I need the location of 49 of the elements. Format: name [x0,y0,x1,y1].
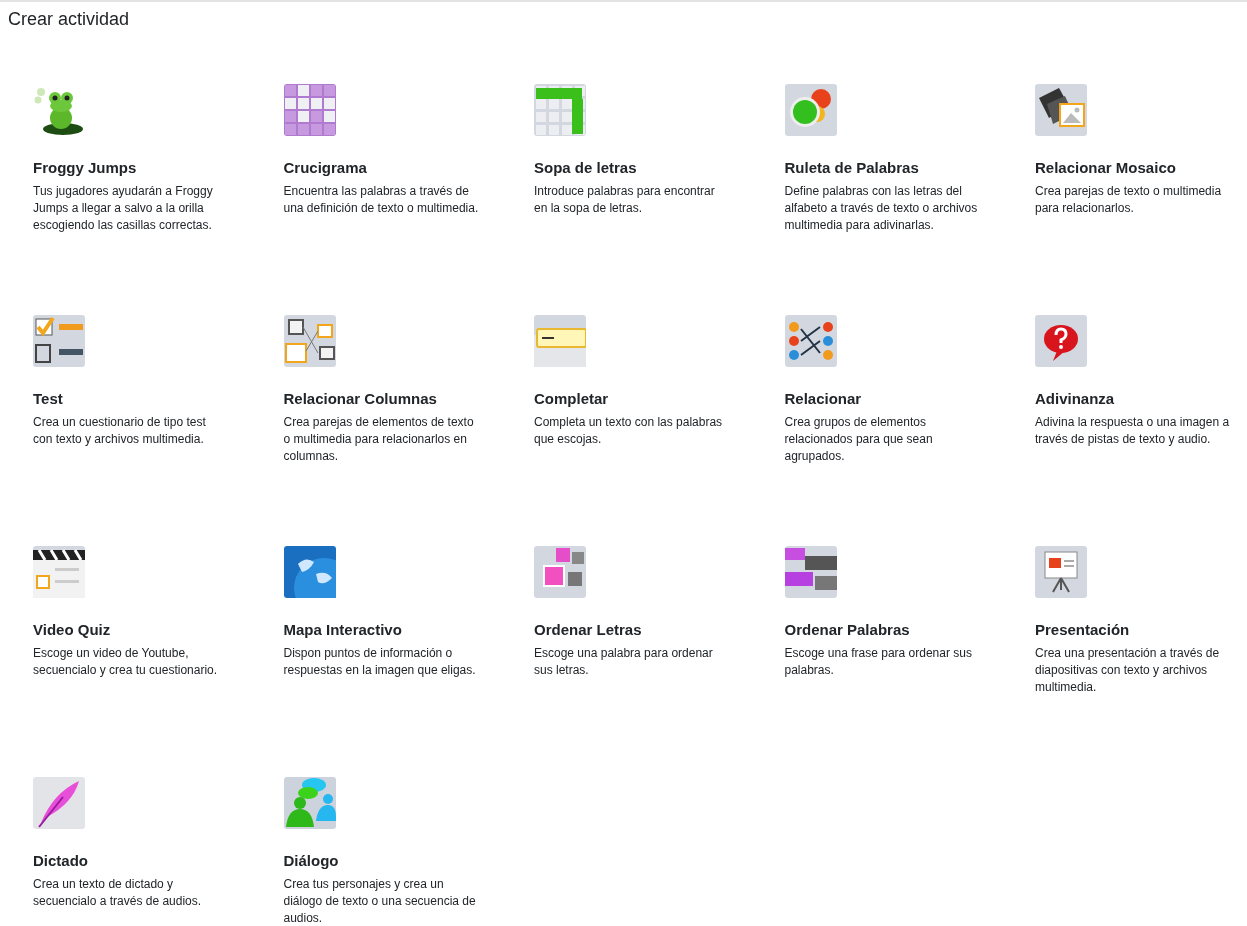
activity-description: Crea un cuestionario de tipo test con texto y archivos multimedia. [33,414,207,448]
activity-description: Crea grupos de elementos relacionados para que sean agrupados. [784,414,934,465]
activity-description: Crea parejas de texto o multimedia para relacionarlos. [1035,183,1223,217]
activity-title[interactable]: Froggy Jumps [33,158,284,178]
activity-description: Escoge una palabra para ordenar sus letras. [534,645,714,679]
linked-boxes-icon[interactable] [283,315,336,367]
easel-icon[interactable] [1035,546,1087,598]
word-tiles-icon[interactable] [784,546,837,598]
activity-title[interactable]: Relacionar Columnas [283,389,534,409]
colored-balls-icon[interactable] [784,84,837,136]
checklist-icon[interactable] [33,315,85,367]
activity-description: Tus jugadores ayudarán a Froggy Jumps a llegar a salvo a la orilla escogiendo las casillas correctas. [33,183,214,234]
text-field-icon[interactable] [534,315,586,367]
question-bubble-icon[interactable] [1035,315,1087,367]
clapperboard-icon[interactable] [33,546,85,598]
feather-icon[interactable] [33,777,85,829]
activity-title[interactable]: Ordenar Letras [534,620,785,640]
image-tiles-icon[interactable] [1035,84,1087,136]
letter-tiles-icon[interactable] [534,546,586,598]
activity-title[interactable]: Presentación [1035,620,1247,640]
activity-description: Crea tus personajes y crea un diálogo de texto o una secuencia de audios. [283,876,477,924]
activity-description: Crea parejas de elementos de texto o multimedia para relacionarlos en columnas. [283,414,475,465]
activity-title[interactable]: Ordenar Palabras [784,620,1035,640]
activity-description: Encuentra las palabras a través de una definición de texto o multimedia. [283,183,479,217]
activity-title[interactable]: Sopa de letras [534,158,785,178]
activity-title[interactable]: Video Quiz [33,620,284,640]
activity-description: Completa un texto con las palabras que escojas. [534,414,724,448]
activity-title[interactable]: Crucigrama [283,158,534,178]
activity-title[interactable]: Dictado [33,851,284,871]
arrows-match-icon[interactable] [784,315,837,367]
activity-description: Crea un texto de dictado y secuencialo a través de audios. [33,876,203,910]
globe-icon[interactable] [283,546,336,598]
page-title: Crear actividad [7,8,131,31]
activity-description: Escoge una frase para ordenar sus palabras. [784,645,973,679]
activity-description: Crea una presentación a través de diapositivas con texto y archivos multimedia. [1035,645,1221,696]
activity-description: Define palabras con las letras del alfabeto a través de texto o archivos multimedia para adivinarlas. [784,183,979,234]
activity-title[interactable]: Relacionar [784,389,1035,409]
activity-title[interactable]: Relacionar Mosaico [1035,158,1247,178]
activity-description: Dispon puntos de información o respuestas en la imagen que eligas. [283,645,477,679]
activity-title[interactable]: Completar [534,389,785,409]
activity-description: Escoge un video de Youtube, secuencialo y crea tu cuestionario. [33,645,219,679]
activity-title[interactable]: Test [33,389,284,409]
activity-title[interactable]: Mapa Interactivo [283,620,534,640]
activity-title[interactable]: Diálogo [283,851,534,871]
activity-title[interactable]: Ruleta de Palabras [784,158,1035,178]
activity-description: Introduce palabras para encontrar en la sopa de letras. [534,183,716,217]
activity-description: Adivina la respuesta o una imagen a través de pistas de texto y audio. [1035,414,1230,448]
crossword-grid-icon[interactable] [283,84,336,136]
activity-title[interactable]: Adivinanza [1035,389,1247,409]
